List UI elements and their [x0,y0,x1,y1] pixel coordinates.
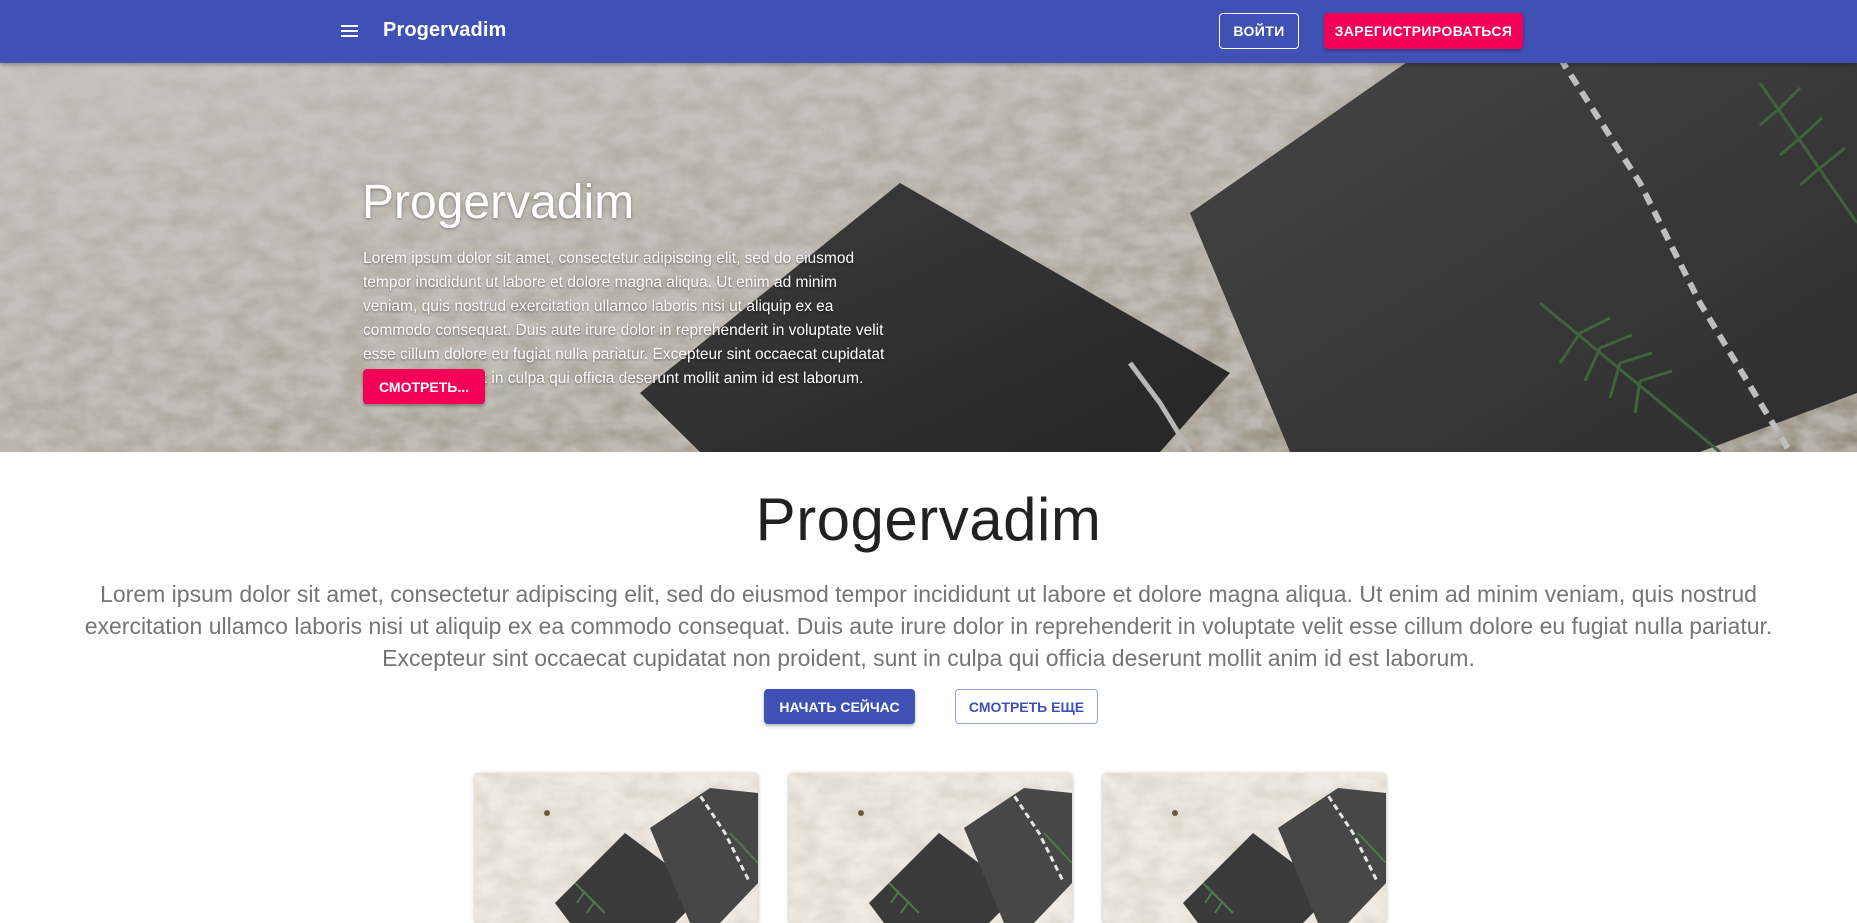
brand-title[interactable]: Progervadim [383,19,506,42]
card-photo [475,773,758,923]
menu-icon[interactable] [337,20,363,42]
hero-overlay [0,63,1857,452]
intro-description: Lorem ipsum dolor sit amet, consectetur … [84,581,1773,671]
card-image-1[interactable] [475,773,758,923]
hero-section: Progervadim Lorem ipsum dolor sit amet, … [0,63,1857,452]
hero-title: Progervadim [362,176,635,229]
card-image-2[interactable] [789,773,1072,923]
card-image-3[interactable] [1103,773,1386,923]
card-photo [1103,773,1386,923]
start-now-button[interactable]: НАЧАТЬ СЕЙЧАС [764,689,915,724]
app-bar: Progervadim ВОЙТИ ЗАРЕГИСТРИРОВАТЬСЯ [0,0,1857,63]
intro-title: Progervadim [755,486,1102,553]
hero-look-button[interactable]: СМОТРЕТЬ... [363,369,485,404]
register-button[interactable]: ЗАРЕГИСТРИРОВАТЬСЯ [1324,13,1523,49]
login-button[interactable]: ВОЙТИ [1219,13,1299,49]
card-photo [789,773,1072,923]
see-more-button[interactable]: СМОТРЕТЬ ЕЩЕ [955,689,1098,724]
